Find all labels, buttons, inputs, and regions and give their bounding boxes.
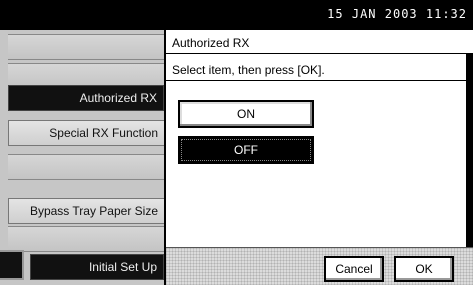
dialog-right-border <box>466 54 473 247</box>
dialog-instruction: Select item, then press [OK]. <box>172 63 325 77</box>
authorized-rx-dialog: Authorized RX Select item, then press [O… <box>164 30 473 285</box>
settings-item-blank <box>8 226 164 252</box>
settings-item-bypass-tray-paper-size[interactable]: Bypass Tray Paper Size <box>8 198 164 224</box>
divider <box>166 53 473 54</box>
option-off-button[interactable]: OFF <box>178 136 314 164</box>
settings-item-label: Bypass Tray Paper Size <box>29 204 158 218</box>
left-scroll-tab[interactable] <box>0 250 24 280</box>
settings-item-initial-set-up[interactable]: Initial Set Up <box>30 254 164 280</box>
status-bar: 15 JAN 2003 11:32 <box>0 0 473 30</box>
settings-list-panel: Authorized RX Special RX Function Bypass… <box>0 30 164 285</box>
option-label: OFF <box>234 143 258 157</box>
settings-item-blank <box>8 154 164 180</box>
settings-item-label: Special RX Function <box>49 126 158 140</box>
settings-item-authorized-rx[interactable]: Authorized RX <box>8 85 164 111</box>
settings-item-blank <box>8 34 164 60</box>
dialog-footer: Cancel OK <box>166 247 473 285</box>
option-label: ON <box>237 107 255 121</box>
settings-item-special-rx-function[interactable]: Special RX Function <box>8 120 164 146</box>
ok-button[interactable]: OK <box>394 256 454 282</box>
settings-item-label: Initial Set Up <box>88 260 157 274</box>
date-time: 15 JAN 2003 11:32 <box>327 7 467 21</box>
cancel-label: Cancel <box>335 262 373 276</box>
option-on-button[interactable]: ON <box>178 100 314 128</box>
divider <box>166 80 473 81</box>
cancel-button[interactable]: Cancel <box>324 256 384 282</box>
settings-item-label: Authorized RX <box>79 91 157 105</box>
ok-label: OK <box>415 262 433 276</box>
dialog-title: Authorized RX <box>172 36 250 50</box>
